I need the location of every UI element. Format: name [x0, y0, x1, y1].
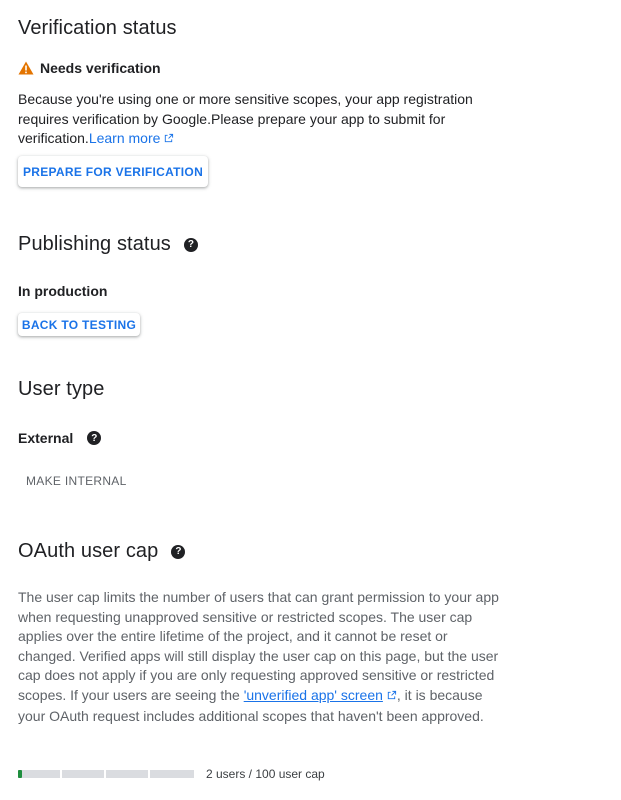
help-icon[interactable]: ?: [87, 431, 102, 445]
user-cap-description: The user cap limits the number of users …: [18, 588, 508, 726]
needs-verification-label: Needs verification: [40, 60, 161, 76]
external-link-icon: [163, 130, 174, 150]
user-type-heading: User type: [18, 378, 105, 400]
external-link-icon: [386, 687, 397, 707]
help-icon[interactable]: ?: [171, 544, 186, 559]
publishing-status-heading-row: Publishing status ?: [18, 233, 198, 256]
prepare-for-verification-button[interactable]: PREPARE FOR VERIFICATION: [18, 156, 208, 187]
user-type-value: External: [18, 430, 74, 446]
publishing-status-heading: Publishing status: [18, 233, 171, 255]
unverified-app-screen-link[interactable]: 'unverified app' screen: [244, 687, 397, 703]
progress-fill: [18, 770, 22, 778]
verification-description: Because you're using one or more sensiti…: [18, 90, 508, 150]
verification-status-heading: Verification status: [18, 17, 177, 39]
user-cap-usage-label: 2 users / 100 user cap: [206, 767, 325, 781]
user-cap-progress-bar: [18, 770, 194, 778]
learn-more-link[interactable]: Learn more: [89, 130, 175, 146]
progress-segment: [106, 770, 148, 778]
help-icon[interactable]: ?: [183, 237, 198, 252]
oauth-user-cap-heading: OAuth user cap: [18, 540, 159, 562]
publishing-status-value: In production: [18, 283, 108, 299]
oauth-user-cap-heading-row: OAuth user cap ?: [18, 540, 186, 563]
warning-icon: [18, 61, 34, 75]
back-to-testing-button[interactable]: BACK TO TESTING: [18, 313, 140, 336]
user-type-row: External ?: [18, 430, 102, 446]
progress-segment: [18, 770, 60, 778]
needs-verification-row: Needs verification: [18, 60, 161, 76]
unverified-app-screen-label: 'unverified app' screen: [243, 686, 383, 703]
user-cap-description-text: The user cap limits the number of users …: [18, 589, 499, 703]
progress-segment: [62, 770, 104, 778]
progress-segment: [150, 770, 194, 778]
verification-description-text: Because you're using one or more sensiti…: [18, 91, 473, 147]
make-internal-button[interactable]: MAKE INTERNAL: [26, 474, 127, 488]
learn-more-label: Learn more: [88, 130, 161, 147]
